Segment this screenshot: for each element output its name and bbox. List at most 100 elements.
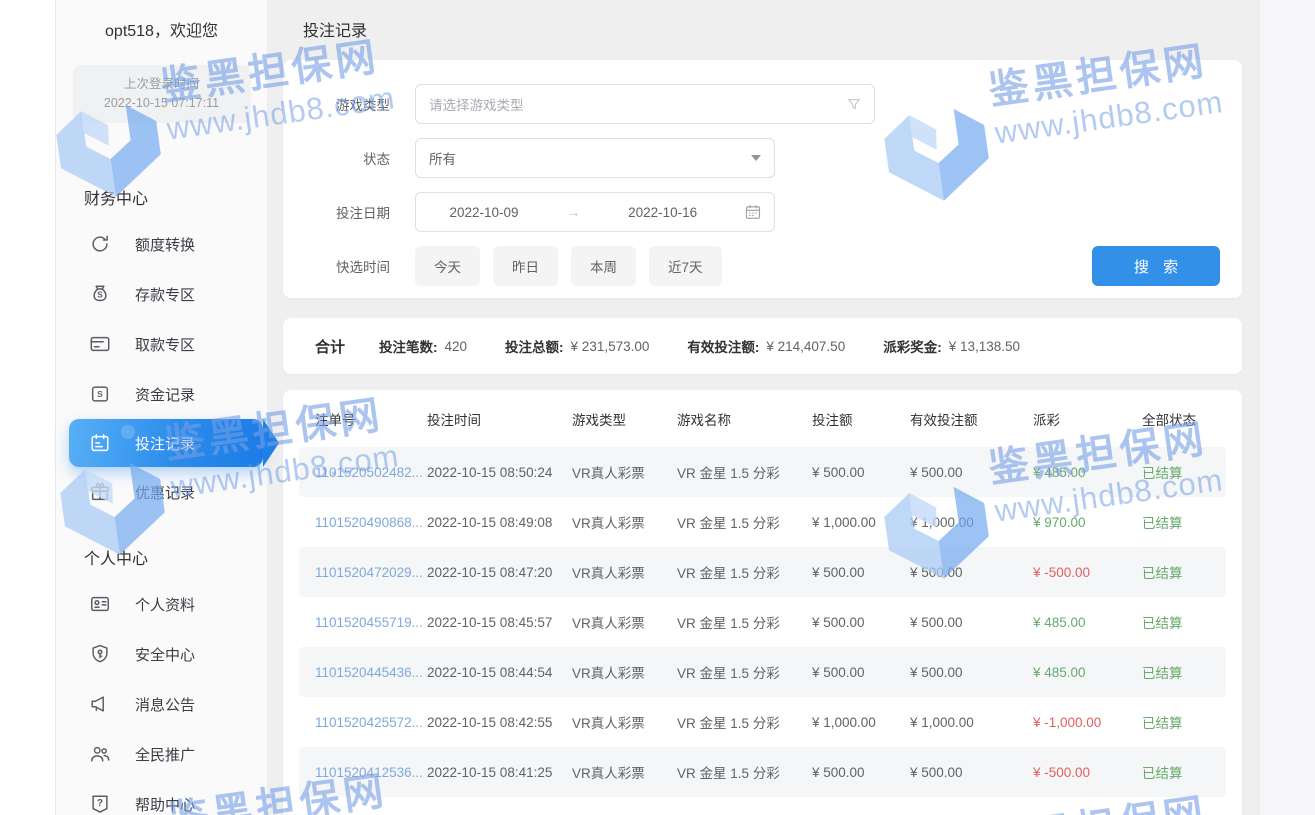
bet-amount-cell: ¥ 1,000.00 — [812, 515, 910, 530]
game-type-select[interactable]: 请选择游戏类型 — [415, 84, 875, 124]
bet-amount-cell: ¥ 500.00 — [812, 465, 910, 480]
section-personal-label: 个人中心 — [84, 545, 267, 569]
bet-time-cell: 2022-10-15 08:45:57 — [427, 615, 572, 630]
table-header-row: 注单号 投注时间 游戏类型 游戏名称 投注额 有效投注额 派彩 全部状态 — [299, 390, 1226, 447]
sidebar-item-quota-transfer[interactable]: 额度转换 — [56, 219, 267, 269]
bet-time-cell: 2022-10-15 08:42:55 — [427, 715, 572, 730]
sidebar-item-deposit[interactable]: S 存款专区 — [56, 269, 267, 319]
date-from-value[interactable]: 2022-10-09 — [429, 205, 539, 220]
col-game-type: 游戏类型 — [572, 409, 677, 429]
order-id-link[interactable]: 1101520472029... — [315, 565, 427, 580]
date-to-value[interactable]: 2022-10-16 — [608, 205, 718, 220]
funds-icon: S — [89, 383, 111, 405]
status-badge: 已结算 — [1142, 512, 1210, 532]
sidebar-item-funds-record[interactable]: S 资金记录 — [56, 369, 267, 419]
summary-stats: 投注笔数: 420 投注总额: ¥ 231,573.00 有效投注额: ¥ 21… — [379, 336, 1058, 356]
game-type-cell: VR真人彩票 — [572, 462, 677, 482]
sidebar-item-profile[interactable]: 个人资料 — [56, 579, 267, 629]
status-badge: 已结算 — [1142, 712, 1210, 732]
order-id-link[interactable]: 1101520490868... — [315, 515, 427, 530]
sidebar-item-announcements[interactable]: 消息公告 — [56, 679, 267, 729]
sidebar-item-help[interactable]: ? 帮助中心 — [56, 779, 267, 815]
col-status: 全部状态 — [1142, 409, 1210, 429]
bet-time-cell: 2022-10-15 08:47:20 — [427, 565, 572, 580]
game-name-cell: VR 金星 1.5 分彩 — [677, 462, 812, 482]
status-badge: 已结算 — [1142, 612, 1210, 632]
date-range-picker[interactable]: 2022-10-09 → 2022-10-16 — [415, 192, 775, 232]
order-id-link[interactable]: 1101520502482... — [315, 465, 427, 480]
summary-bar: 合计 投注笔数: 420 投注总额: ¥ 231,573.00 有效投注额: ¥… — [283, 318, 1242, 374]
filter-funnel-icon — [847, 97, 861, 111]
filter-panel: 游戏类型 请选择游戏类型 状态 所有 投注日期 2022-10-09 → 202… — [283, 60, 1242, 298]
status-badge: 已结算 — [1142, 762, 1210, 782]
table-row: 1101520425572... 2022-10-15 08:42:55 VR真… — [299, 697, 1226, 747]
payout-cell: ¥ 485.00 — [1033, 665, 1142, 680]
game-type-placeholder: 请选择游戏类型 — [429, 94, 524, 114]
game-type-cell: VR真人彩票 — [572, 762, 677, 782]
game-type-cell: VR真人彩票 — [572, 512, 677, 532]
table-row: 1101520490868... 2022-10-15 08:49:08 VR真… — [299, 497, 1226, 547]
chevron-down-icon — [751, 155, 761, 161]
people-icon — [89, 743, 111, 765]
quick-time-group: 今天昨日本周近7天 — [415, 246, 735, 286]
col-order-id: 注单号 — [315, 409, 427, 429]
col-bet-time: 投注时间 — [427, 409, 572, 429]
game-type-cell: VR真人彩票 — [572, 712, 677, 732]
order-id-link[interactable]: 1101520445436... — [315, 665, 427, 680]
summary-stat: 派彩奖金: ¥ 13,138.50 — [883, 336, 1020, 356]
summary-stat: 投注笔数: 420 — [379, 336, 467, 356]
order-id-link[interactable]: 1101520412536... — [315, 765, 427, 780]
sidebar-item-security[interactable]: 安全中心 — [56, 629, 267, 679]
status-label: 状态 — [315, 148, 390, 168]
bet-amount-cell: ¥ 500.00 — [812, 615, 910, 630]
page-title: 投注记录 — [303, 17, 367, 41]
payout-cell: ¥ 485.00 — [1033, 615, 1142, 630]
table-row: 1101520502482... 2022-10-15 08:50:24 VR真… — [299, 447, 1226, 497]
moneybag-icon: S — [89, 283, 111, 305]
sidebar-item-referral[interactable]: 全民推广 — [56, 729, 267, 779]
calendar-icon — [89, 432, 111, 454]
welcome-text: opt518，欢迎您 — [56, 17, 267, 41]
quick-time-label: 快选时间 — [315, 256, 390, 276]
game-name-cell: VR 金星 1.5 分彩 — [677, 712, 812, 732]
question-icon: ? — [89, 793, 111, 815]
gift-icon — [89, 481, 111, 503]
bankcard-icon — [89, 333, 111, 355]
payout-cell: ¥ 970.00 — [1033, 515, 1142, 530]
payout-cell: ¥ -500.00 — [1033, 765, 1142, 780]
table-row: 1101520455719... 2022-10-15 08:45:57 VR真… — [299, 597, 1226, 647]
transfer-icon — [89, 233, 111, 255]
table-body: 1101520502482... 2022-10-15 08:50:24 VR真… — [299, 447, 1226, 797]
game-type-cell: VR真人彩票 — [572, 662, 677, 682]
idcard-icon — [89, 593, 111, 615]
col-valid-bet: 有效投注额 — [910, 409, 1033, 429]
last-login-time: 2022-10-15 07:17:11 — [79, 94, 245, 113]
scrollbar-gutter[interactable] — [1260, 0, 1315, 815]
status-select[interactable]: 所有 — [415, 138, 775, 178]
search-button[interactable]: 搜 索 — [1092, 246, 1220, 286]
quick-time-button[interactable]: 今天 — [415, 246, 480, 286]
order-id-link[interactable]: 1101520455719... — [315, 615, 427, 630]
col-game-name: 游戏名称 — [677, 409, 812, 429]
valid-bet-cell: ¥ 500.00 — [910, 765, 1033, 780]
bet-amount-cell: ¥ 500.00 — [812, 565, 910, 580]
valid-bet-cell: ¥ 1,000.00 — [910, 715, 1033, 730]
sidebar-item-withdraw[interactable]: 取款专区 — [56, 319, 267, 369]
quick-time-button[interactable]: 本周 — [571, 246, 636, 286]
quick-time-button[interactable]: 昨日 — [493, 246, 558, 286]
status-badge: 已结算 — [1142, 562, 1210, 582]
game-name-cell: VR 金星 1.5 分彩 — [677, 662, 812, 682]
valid-bet-cell: ¥ 1,000.00 — [910, 515, 1033, 530]
order-id-link[interactable]: 1101520425572... — [315, 715, 427, 730]
sidebar-item-bet-record[interactable]: 投注记录 — [69, 419, 263, 467]
col-bet-amount: 投注额 — [812, 409, 910, 429]
summary-stat: 有效投注额: ¥ 214,407.50 — [687, 336, 845, 356]
valid-bet-cell: ¥ 500.00 — [910, 615, 1033, 630]
sidebar-item-promo-record[interactable]: 优惠记录 — [56, 467, 267, 517]
bet-amount-cell: ¥ 500.00 — [812, 665, 910, 680]
svg-text:S: S — [97, 390, 103, 399]
quick-time-button[interactable]: 近7天 — [649, 246, 722, 286]
game-name-cell: VR 金星 1.5 分彩 — [677, 612, 812, 632]
col-payout: 派彩 — [1033, 409, 1142, 429]
payout-cell: ¥ -1,000.00 — [1033, 715, 1142, 730]
